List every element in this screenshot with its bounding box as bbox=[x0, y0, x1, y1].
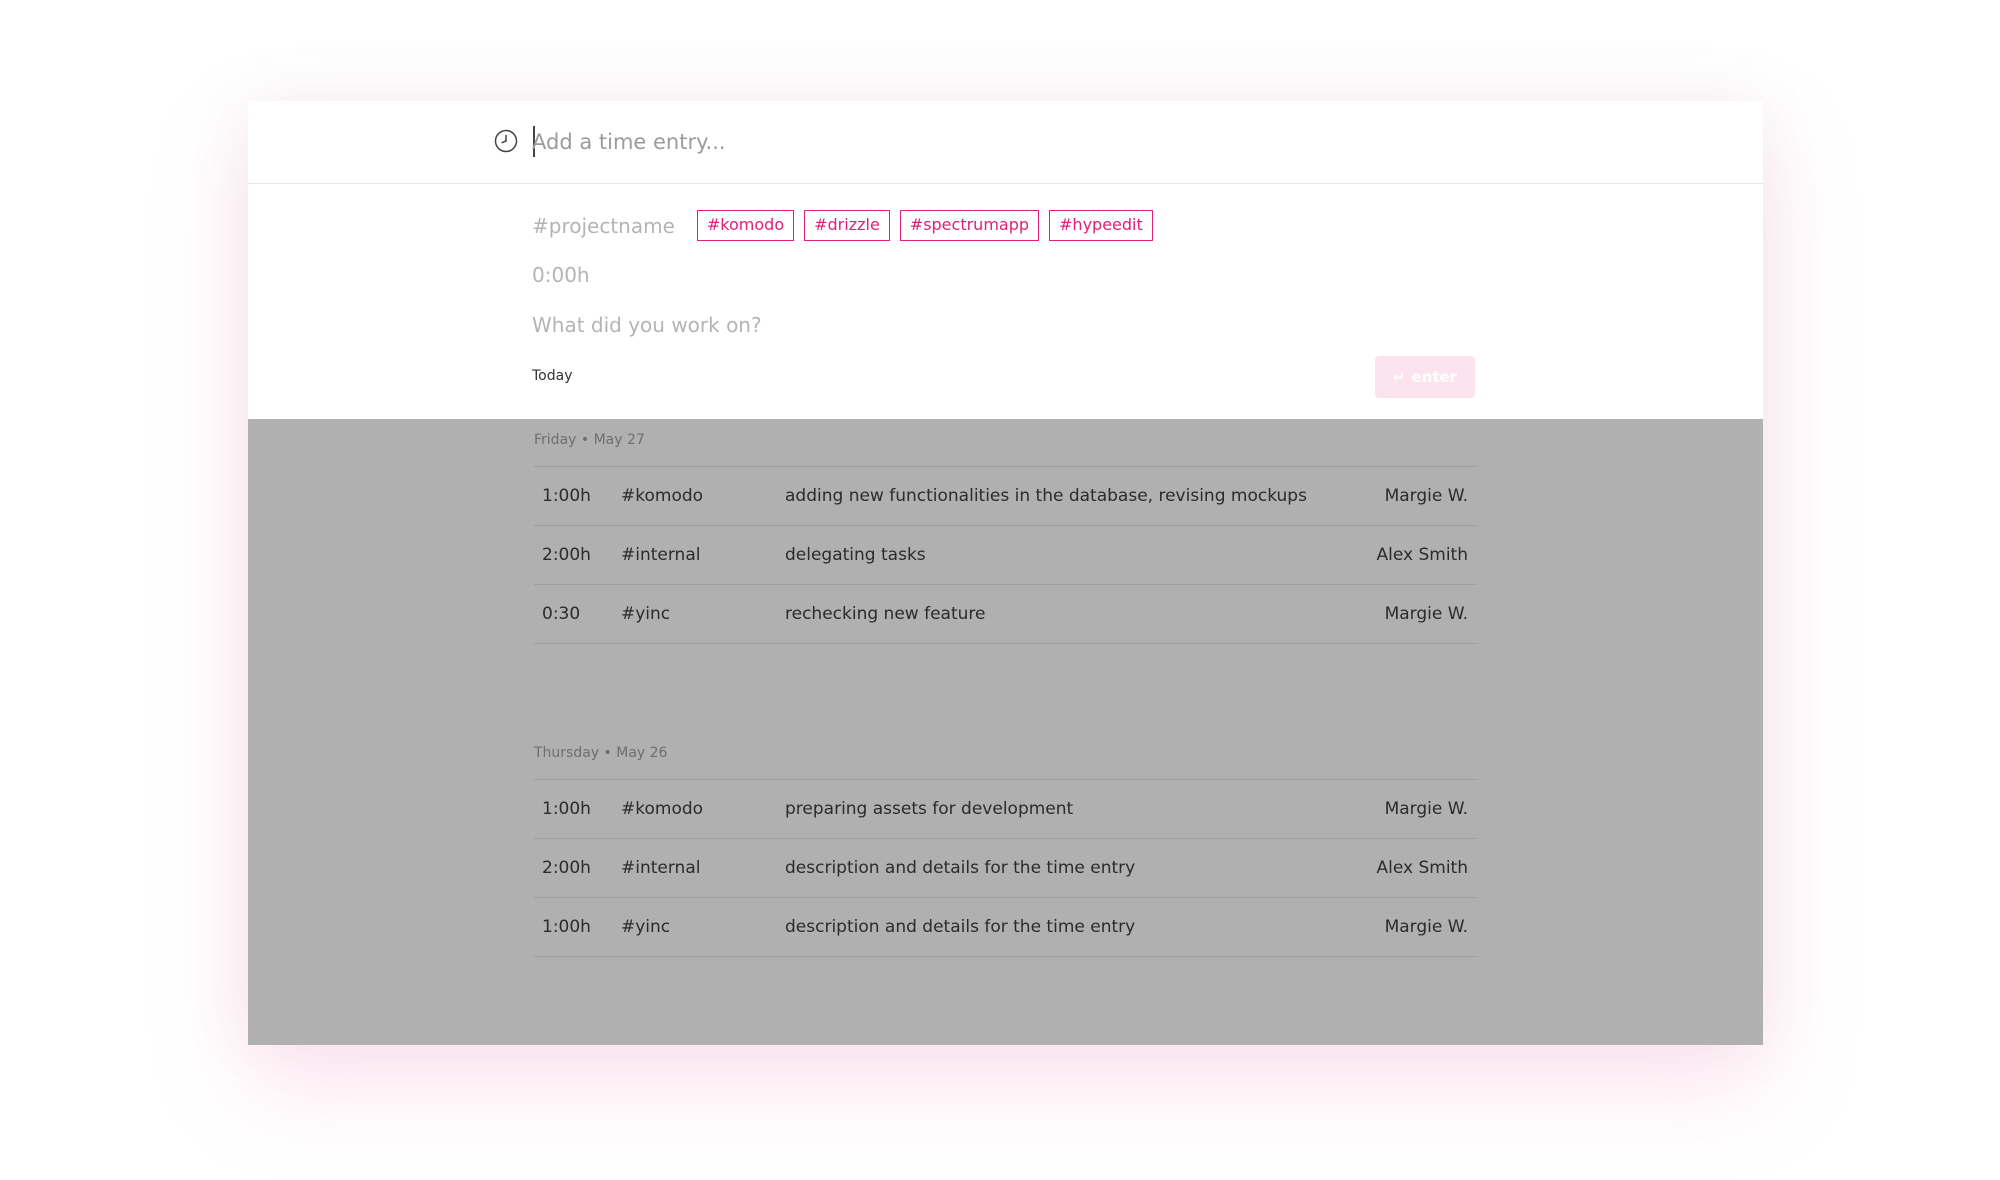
entry-project: #internal bbox=[621, 858, 701, 878]
project-tag-komodo[interactable]: #komodo bbox=[696, 210, 795, 241]
project-tag-spectrumapp[interactable]: #spectrumapp bbox=[899, 210, 1040, 241]
table-row[interactable]: 2:00h #internal delegating tasks Alex Sm… bbox=[534, 526, 1476, 585]
entry-user: Margie W. bbox=[1384, 604, 1468, 624]
entry-description: description and details for the time ent… bbox=[785, 858, 1136, 878]
entry-description: preparing assets for development bbox=[785, 799, 1074, 819]
time-tracker-window: #projectname #komodo #drizzle #spectruma… bbox=[248, 101, 1763, 1045]
entry-project: #yinc bbox=[621, 917, 671, 937]
entries-list: Friday • May 27 1:00h #komodo adding new… bbox=[248, 419, 1763, 1045]
entry-time: 0:30 bbox=[542, 604, 581, 624]
entry-description: adding new functionalities in the databa… bbox=[785, 486, 1307, 506]
day-group-thursday: Thursday • May 26 1:00h #komodo preparin… bbox=[534, 732, 1476, 957]
entry-description: description and details for the time ent… bbox=[785, 917, 1136, 937]
table-row[interactable]: 1:00h #yinc description and details for … bbox=[534, 898, 1476, 957]
entry-user: Margie W. bbox=[1384, 917, 1468, 937]
date-selector[interactable]: Today bbox=[532, 368, 573, 384]
table-row[interactable]: 0:30 #yinc rechecking new feature Margie… bbox=[534, 585, 1476, 644]
entry-description: delegating tasks bbox=[785, 545, 926, 565]
entry-user: Alex Smith bbox=[1376, 545, 1469, 565]
entry-user: Margie W. bbox=[1384, 799, 1468, 819]
project-row: #projectname #komodo #drizzle #spectruma… bbox=[532, 210, 1163, 241]
description-field[interactable]: What did you work on? bbox=[532, 313, 762, 337]
entry-user: Alex Smith bbox=[1376, 858, 1469, 878]
entry-project: #yinc bbox=[621, 604, 671, 624]
clock-icon bbox=[494, 129, 518, 153]
table-row[interactable]: 2:00h #internal description and details … bbox=[534, 839, 1476, 898]
entry-project: #komodo bbox=[621, 486, 704, 506]
enter-button-label: enter bbox=[1411, 368, 1458, 386]
entry-project: #internal bbox=[621, 545, 701, 565]
time-entry-bar bbox=[248, 101, 1763, 184]
return-arrow-icon: ↵ bbox=[1392, 368, 1406, 386]
entry-time: 1:00h bbox=[542, 799, 591, 819]
day-header: Friday • May 27 bbox=[534, 419, 1476, 467]
entry-project: #komodo bbox=[621, 799, 704, 819]
entry-description: rechecking new feature bbox=[785, 604, 986, 624]
entry-time: 2:00h bbox=[542, 545, 591, 565]
project-name-field[interactable]: #projectname bbox=[532, 214, 675, 238]
entry-time: 1:00h bbox=[542, 917, 591, 937]
day-group-friday: Friday • May 27 1:00h #komodo adding new… bbox=[534, 419, 1476, 644]
entry-composer: #projectname #komodo #drizzle #spectruma… bbox=[248, 184, 1763, 419]
project-tag-drizzle[interactable]: #drizzle bbox=[804, 210, 890, 241]
entry-time: 1:00h bbox=[542, 486, 591, 506]
entry-time: 2:00h bbox=[542, 858, 591, 878]
hours-field[interactable]: 0:00h bbox=[532, 263, 590, 287]
entry-user: Margie W. bbox=[1384, 486, 1468, 506]
table-row[interactable]: 1:00h #komodo adding new functionalities… bbox=[534, 467, 1476, 526]
enter-button[interactable]: ↵ enter bbox=[1375, 356, 1475, 398]
time-entry-input[interactable] bbox=[532, 121, 1432, 163]
project-tag-hypeedit[interactable]: #hypeedit bbox=[1049, 210, 1153, 241]
table-row[interactable]: 1:00h #komodo preparing assets for devel… bbox=[534, 780, 1476, 839]
day-header: Thursday • May 26 bbox=[534, 732, 1476, 780]
